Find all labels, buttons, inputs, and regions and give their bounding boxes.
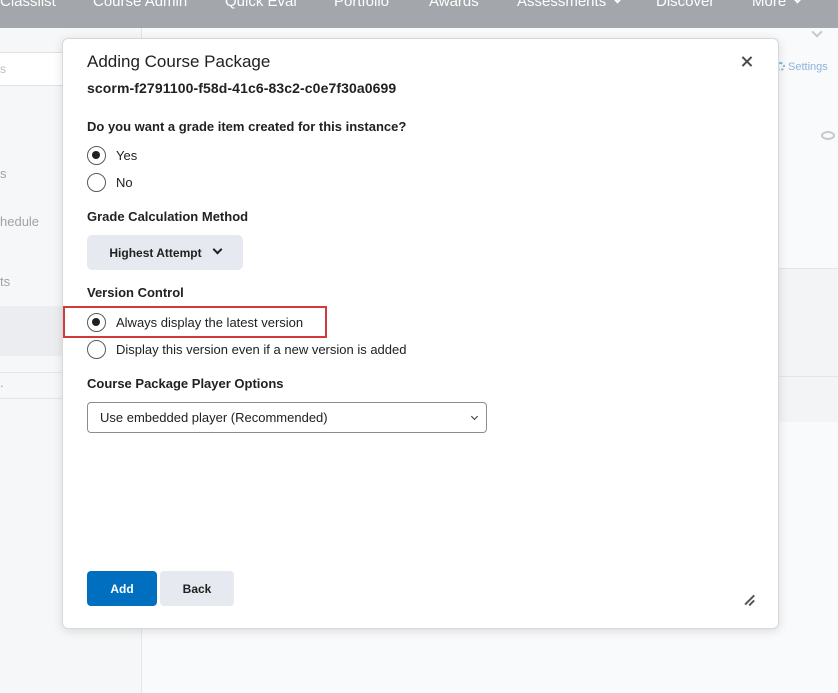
background-settings-label: Settings <box>788 61 828 73</box>
resize-handle-icon[interactable] <box>743 594 755 606</box>
grade-question-label: Do you want a grade item created for thi… <box>87 119 407 134</box>
background-search-hint: s <box>0 62 6 76</box>
background-panel <box>778 268 838 422</box>
radio-button[interactable] <box>87 172 106 192</box>
background-settings-link: Settings <box>776 61 828 73</box>
top-nav: Classlist Course Admin Quick Eval Portfo… <box>0 0 838 28</box>
background-sidebar-fragment: hedule <box>0 214 40 229</box>
radio-label: Always display the latest version <box>116 314 304 330</box>
player-options-select[interactable]: Use embedded player (Recommended) <box>87 402 487 433</box>
nav-item-discover[interactable]: Discover <box>656 0 714 10</box>
background-sidebar-fragment: ts <box>0 274 11 289</box>
chevron-down-icon <box>811 26 823 38</box>
chevron-down-icon <box>470 412 479 421</box>
background-sidebar-fragment: . <box>0 375 4 390</box>
package-id: scorm-f2791100-f58d-41c6-83c2-c0e7f30a06… <box>87 80 397 96</box>
version-this-radio[interactable]: Display this version even if a new versi… <box>87 339 406 359</box>
nav-item-awards[interactable]: Awards <box>429 0 479 10</box>
nav-item-assessments-label: Assessments <box>517 0 607 10</box>
dialog-title: Adding Course Package <box>87 52 271 71</box>
chevron-down-icon <box>212 244 223 255</box>
grade-yes-radio[interactable]: Yes <box>87 145 137 165</box>
grade-calc-dropdown[interactable]: Highest Attempt <box>87 235 243 270</box>
radio-label: Display this version even if a new versi… <box>116 341 407 357</box>
chevron-down-icon <box>612 0 623 4</box>
radio-button[interactable] <box>87 312 106 332</box>
adding-course-package-dialog: Adding Course Package scorm-f2791100-f58… <box>62 38 779 629</box>
radio-button[interactable] <box>87 145 106 165</box>
nav-item-portfolio[interactable]: Portfolio <box>334 0 389 10</box>
radio-button[interactable] <box>87 339 106 359</box>
player-options-label: Course Package Player Options <box>87 376 284 391</box>
nav-item-assessments[interactable]: Assessments <box>517 0 623 10</box>
nav-item-classlist[interactable]: Classlist <box>0 0 56 10</box>
version-latest-radio[interactable]: Always display the latest version <box>87 312 303 332</box>
grade-calc-value: Highest Attempt <box>109 245 202 260</box>
background-search-input: s <box>0 52 70 86</box>
close-icon[interactable] <box>737 52 757 72</box>
version-control-label: Version Control <box>87 285 184 300</box>
nav-item-more-label: More <box>752 0 787 10</box>
grade-no-radio[interactable]: No <box>87 172 133 192</box>
radio-label: No <box>116 174 133 190</box>
divider <box>778 376 838 377</box>
eye-icon <box>821 131 835 140</box>
player-options-value: Use embedded player (Recommended) <box>100 410 328 425</box>
chevron-down-icon <box>792 0 803 4</box>
back-button[interactable]: Back <box>160 571 234 606</box>
nav-item-more[interactable]: More <box>752 0 803 10</box>
nav-item-course-admin[interactable]: Course Admin <box>93 0 187 10</box>
radio-label: Yes <box>116 147 138 163</box>
background-sidebar-fragment: s <box>0 166 7 181</box>
add-button[interactable]: Add <box>87 571 157 606</box>
nav-item-quick-eval[interactable]: Quick Eval <box>225 0 297 10</box>
grade-calc-label: Grade Calculation Method <box>87 209 249 224</box>
